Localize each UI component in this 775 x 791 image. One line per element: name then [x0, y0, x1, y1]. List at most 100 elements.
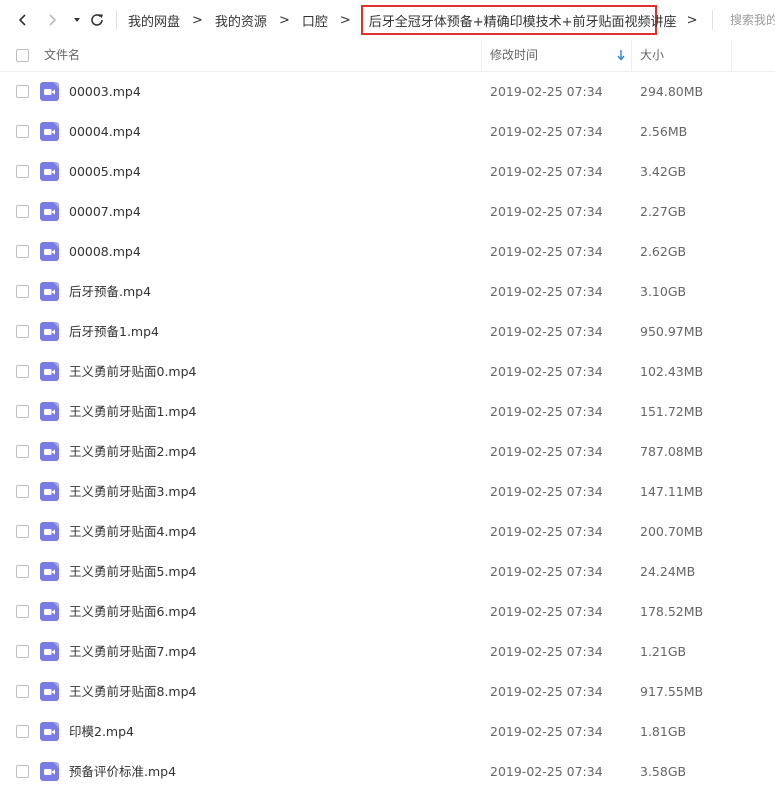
row-checkbox[interactable] — [16, 565, 29, 578]
file-name[interactable]: 后牙预备1.mp4 — [69, 312, 159, 352]
file-modified-time: 2019-02-25 07:34 — [490, 724, 603, 739]
row-checkbox[interactable] — [16, 165, 29, 178]
breadcrumb-separator: > — [192, 12, 203, 28]
forward-button[interactable] — [40, 8, 64, 32]
file-row[interactable]: 王义勇前牙贴面7.mp4 2019-02-25 07:34 1.21GB — [0, 632, 775, 672]
file-modified-time: 2019-02-25 07:34 — [490, 84, 603, 99]
navigation-bar: 我的网盘 > 我的资源 > 口腔 > 后牙全冠牙体预备+精确印模技术+前牙贴面视… — [0, 0, 775, 40]
row-checkbox[interactable] — [16, 85, 29, 98]
row-checkbox[interactable] — [16, 725, 29, 738]
sort-descending-icon[interactable] — [616, 49, 626, 61]
file-size: 294.80MB — [640, 84, 704, 99]
file-name[interactable]: 00008.mp4 — [69, 232, 141, 272]
file-name[interactable]: 00003.mp4 — [69, 72, 141, 112]
column-header-name[interactable]: 文件名 — [44, 40, 80, 71]
column-header-modified[interactable]: 修改时间 — [490, 40, 538, 71]
video-file-icon — [40, 122, 59, 141]
file-modified-time: 2019-02-25 07:34 — [490, 324, 603, 339]
file-name[interactable]: 王义勇前牙贴面2.mp4 — [69, 432, 197, 472]
file-row[interactable]: 后牙预备1.mp4 2019-02-25 07:34 950.97MB — [0, 312, 775, 352]
column-divider[interactable] — [731, 40, 732, 71]
video-file-icon — [40, 482, 59, 501]
search-input[interactable] — [722, 10, 775, 30]
file-row[interactable]: 王义勇前牙贴面4.mp4 2019-02-25 07:34 200.70MB — [0, 512, 775, 552]
breadcrumb-item-my-resources[interactable]: 我的资源 — [209, 11, 273, 30]
file-row[interactable]: 王义勇前牙贴面5.mp4 2019-02-25 07:34 24.24MB — [0, 552, 775, 592]
file-row[interactable]: 00005.mp4 2019-02-25 07:34 3.42GB — [0, 152, 775, 192]
file-name[interactable]: 后牙预备.mp4 — [69, 272, 151, 312]
file-modified-time: 2019-02-25 07:34 — [490, 124, 603, 139]
row-checkbox[interactable] — [16, 125, 29, 138]
video-file-icon — [40, 322, 59, 341]
current-folder-label: 后牙全冠牙体预备+精确印模技术+前牙贴面视频讲座 — [368, 14, 677, 30]
file-name[interactable]: 王义勇前牙贴面8.mp4 — [69, 672, 197, 712]
refresh-button[interactable] — [85, 8, 109, 32]
file-size: 3.58GB — [640, 764, 687, 779]
file-name[interactable]: 王义勇前牙贴面5.mp4 — [69, 552, 197, 592]
file-row[interactable]: 王义勇前牙贴面0.mp4 2019-02-25 07:34 102.43MB — [0, 352, 775, 392]
file-row[interactable]: 后牙预备.mp4 2019-02-25 07:34 3.10GB — [0, 272, 775, 312]
row-checkbox[interactable] — [16, 525, 29, 538]
row-checkbox[interactable] — [16, 325, 29, 338]
file-modified-time: 2019-02-25 07:34 — [490, 284, 603, 299]
file-modified-time: 2019-02-25 07:34 — [490, 244, 603, 259]
row-checkbox[interactable] — [16, 245, 29, 258]
file-row[interactable]: 王义勇前牙贴面3.mp4 2019-02-25 07:34 147.11MB — [0, 472, 775, 512]
file-name[interactable]: 王义勇前牙贴面7.mp4 — [69, 632, 197, 672]
column-divider[interactable] — [631, 40, 632, 71]
column-divider[interactable] — [481, 40, 482, 71]
row-checkbox[interactable] — [16, 685, 29, 698]
file-size: 147.11MB — [640, 484, 704, 499]
row-checkbox[interactable] — [16, 445, 29, 458]
file-name[interactable]: 王义勇前牙贴面1.mp4 — [69, 392, 197, 432]
file-row[interactable]: 王义勇前牙贴面8.mp4 2019-02-25 07:34 917.55MB — [0, 672, 775, 712]
breadcrumb-item-my-disk[interactable]: 我的网盘 — [122, 11, 186, 30]
row-checkbox[interactable] — [16, 285, 29, 298]
file-row[interactable]: 00004.mp4 2019-02-25 07:34 2.56MB — [0, 112, 775, 152]
file-row[interactable]: 王义勇前牙贴面6.mp4 2019-02-25 07:34 178.52MB — [0, 592, 775, 632]
row-checkbox[interactable] — [16, 485, 29, 498]
row-checkbox[interactable] — [16, 765, 29, 778]
breadcrumb-current-folder[interactable]: 后牙全冠牙体预备+精确印模技术+前牙贴面视频讲座 > — [360, 5, 697, 35]
file-name[interactable]: 00004.mp4 — [69, 112, 141, 152]
file-row[interactable]: 王义勇前牙贴面2.mp4 2019-02-25 07:34 787.08MB — [0, 432, 775, 472]
select-all-checkbox[interactable] — [16, 49, 29, 62]
search-divider — [712, 10, 713, 30]
video-file-icon — [40, 642, 59, 661]
row-checkbox[interactable] — [16, 365, 29, 378]
file-name[interactable]: 王义勇前牙贴面6.mp4 — [69, 592, 197, 632]
file-browser: 我的网盘 > 我的资源 > 口腔 > 后牙全冠牙体预备+精确印模技术+前牙贴面视… — [0, 0, 775, 791]
file-row[interactable]: 00008.mp4 2019-02-25 07:34 2.62GB — [0, 232, 775, 272]
file-modified-time: 2019-02-25 07:34 — [490, 764, 603, 779]
file-name[interactable]: 印模2.mp4 — [69, 712, 134, 752]
video-file-icon — [40, 682, 59, 701]
file-size: 200.70MB — [640, 524, 704, 539]
breadcrumb-separator: > — [339, 12, 351, 28]
file-size: 2.27GB — [640, 204, 687, 219]
file-row[interactable]: 预备评价标准.mp4 2019-02-25 07:34 3.58GB — [0, 752, 775, 791]
breadcrumb-item-oral[interactable]: 口腔 — [296, 11, 334, 30]
file-name[interactable]: 王义勇前牙贴面0.mp4 — [69, 352, 197, 392]
file-size: 787.08MB — [640, 444, 704, 459]
row-checkbox[interactable] — [16, 205, 29, 218]
column-header-size[interactable]: 大小 — [640, 40, 664, 71]
file-size: 178.52MB — [640, 604, 704, 619]
file-name[interactable]: 预备评价标准.mp4 — [69, 752, 176, 791]
breadcrumb-separator: > — [686, 12, 698, 28]
row-checkbox[interactable] — [16, 645, 29, 658]
file-row[interactable]: 00003.mp4 2019-02-25 07:34 294.80MB — [0, 72, 775, 112]
file-name[interactable]: 王义勇前牙贴面3.mp4 — [69, 472, 197, 512]
back-button[interactable] — [11, 8, 35, 32]
row-checkbox[interactable] — [16, 605, 29, 618]
file-name[interactable]: 王义勇前牙贴面4.mp4 — [69, 512, 197, 552]
file-name[interactable]: 00005.mp4 — [69, 152, 141, 192]
file-name[interactable]: 00007.mp4 — [69, 192, 141, 232]
file-row[interactable]: 00007.mp4 2019-02-25 07:34 2.27GB — [0, 192, 775, 232]
row-checkbox[interactable] — [16, 405, 29, 418]
file-row[interactable]: 印模2.mp4 2019-02-25 07:34 1.81GB — [0, 712, 775, 752]
file-modified-time: 2019-02-25 07:34 — [490, 444, 603, 459]
file-row[interactable]: 王义勇前牙贴面1.mp4 2019-02-25 07:34 151.72MB — [0, 392, 775, 432]
chevron-left-icon — [18, 14, 26, 26]
video-file-icon — [40, 282, 59, 301]
file-size: 917.55MB — [640, 684, 704, 699]
